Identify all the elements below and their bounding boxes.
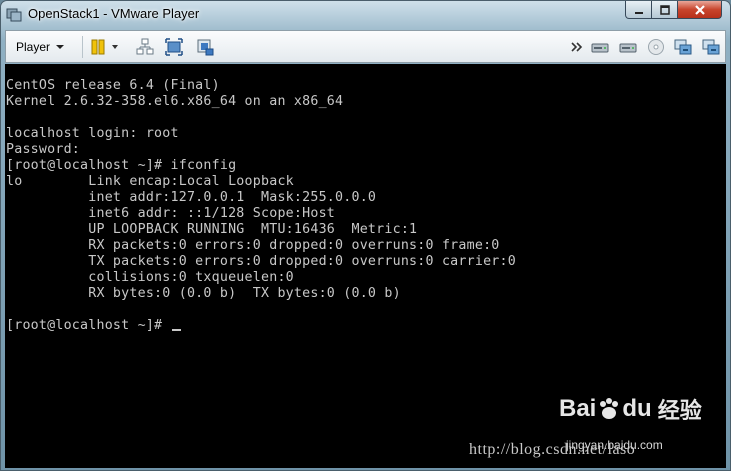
terminal-line: Kernel 2.6.32-358.el6.x86_64 on an x86_6… — [6, 94, 344, 109]
minimize-icon — [634, 11, 643, 14]
baidu-jingyan-logo: Bai du 经验 — [559, 393, 702, 425]
close-button[interactable] — [677, 1, 722, 19]
terminal-line: [root@localhost ~]# ifconfig — [6, 158, 237, 173]
watermark-url: http://blog.csdn.net/laso — [469, 441, 636, 458]
device-network-adapter-1[interactable] — [674, 38, 692, 56]
hard-disk-icon — [619, 43, 637, 53]
terminal-line: inet6 addr: ::1/128 Scope:Host — [6, 206, 336, 221]
pause-icon — [91, 39, 118, 55]
network-adapter-icon — [702, 39, 720, 55]
player-menu-button[interactable]: Player — [10, 35, 78, 58]
window-title: OpenStack1 - VMware Player — [28, 6, 200, 21]
terminal-line: collisions:0 txqueuelen:0 — [6, 270, 294, 285]
terminal-line: TX packets:0 errors:0 dropped:0 overruns… — [6, 254, 516, 269]
paw-icon — [600, 398, 619, 419]
logo-text-jingyan: 经验 — [657, 398, 702, 423]
toolbar: Player — [5, 30, 726, 63]
hard-disk-icon — [591, 43, 609, 53]
maximize-icon — [659, 4, 670, 15]
terminal-line: CentOS release 6.4 (Final) — [6, 78, 220, 93]
device-hard-disk-2[interactable] — [619, 38, 637, 56]
device-cd-drive[interactable] — [647, 38, 665, 56]
terminal-line: lo Link encap:Local Loopback — [6, 174, 294, 189]
player-menu-label: Player — [16, 39, 51, 54]
terminal-line: RX bytes:0 (0.0 b) TX bytes:0 (0.0 b) — [6, 286, 401, 301]
logo-text-du: du — [622, 395, 652, 422]
vmware-player-window: OpenStack1 - VMware Player Player CentOS… — [0, 0, 731, 471]
close-icon — [694, 4, 705, 15]
network-button[interactable] — [136, 38, 154, 56]
title-bar[interactable]: OpenStack1 - VMware Player — [1, 1, 730, 28]
text-cursor — [171, 329, 181, 331]
terminal-line: Password: — [6, 142, 81, 157]
device-network-adapter-2[interactable] — [702, 38, 720, 56]
cd-icon — [648, 39, 664, 55]
network-adapter-icon — [674, 39, 692, 55]
terminal-line: inet addr:127.0.0.1 Mask:255.0.0.0 — [6, 190, 377, 205]
chevron-down-icon — [56, 44, 65, 49]
fullscreen-icon — [165, 38, 183, 56]
terminal-line: localhost login: root — [6, 126, 179, 141]
device-hard-disk-1[interactable] — [591, 38, 609, 56]
terminal-prompt-line: [root@localhost ~]# — [6, 318, 181, 334]
unity-button[interactable] — [196, 38, 214, 56]
minimize-button[interactable] — [625, 1, 652, 19]
vmware-icon — [6, 8, 22, 22]
maximize-button[interactable] — [651, 1, 678, 19]
chevron-right-icon — [571, 42, 583, 52]
terminal-line: RX packets:0 errors:0 dropped:0 overruns… — [6, 238, 500, 253]
network-icon — [136, 38, 154, 55]
unity-icon — [197, 39, 214, 56]
logo-text-bai: Bai — [559, 395, 597, 422]
terminal-line: UP LOOPBACK RUNNING MTU:16436 Metric:1 — [6, 222, 418, 237]
pause-button[interactable] — [90, 38, 120, 56]
toolbar-separator — [82, 36, 83, 58]
terminal-prompt: [root@localhost ~]# — [6, 318, 171, 333]
overflow-button[interactable] — [571, 38, 583, 56]
fullscreen-button[interactable] — [165, 38, 183, 56]
